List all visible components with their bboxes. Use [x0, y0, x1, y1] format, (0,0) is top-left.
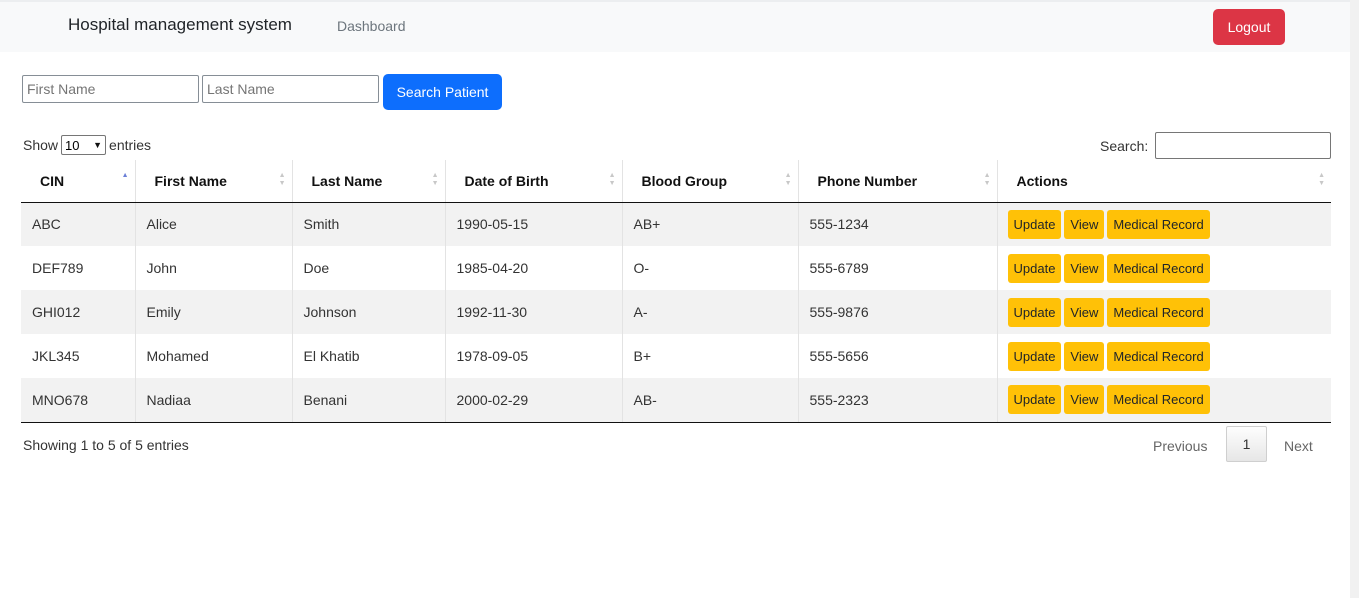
view-button[interactable]: View — [1064, 341, 1105, 371]
cell-date-of-birth: 1992-11-30 — [444, 290, 622, 334]
pagination-next[interactable]: Next — [1284, 438, 1313, 454]
table-row: GHI012 Emily Johnson 1992-11-30 A- 555-9… — [21, 290, 1331, 334]
cell-cin: ABC — [21, 202, 135, 246]
medical-record-button[interactable]: Medical Record — [1107, 341, 1210, 371]
column-header-cin[interactable]: CIN ▲▼ — [21, 160, 135, 203]
column-header-date-of-birth[interactable]: Date of Birth ▲ ▼ — [444, 160, 622, 203]
first-name-input[interactable] — [22, 75, 199, 103]
cell-last-name: Johnson — [291, 290, 445, 334]
column-header-blood-group[interactable]: Blood Group ▲ ▼ — [621, 160, 798, 203]
cell-last-name: Smith — [291, 202, 445, 246]
update-button[interactable]: Update — [1007, 385, 1062, 415]
view-button[interactable]: View — [1064, 253, 1105, 283]
medical-record-button[interactable]: Medical Record — [1107, 209, 1210, 239]
cell-first-name: Mohamed — [134, 334, 292, 378]
medical-record-button[interactable]: Medical Record — [1107, 385, 1210, 415]
view-button[interactable]: View — [1064, 209, 1105, 239]
update-button[interactable]: Update — [1007, 209, 1062, 239]
cell-cin: DEF789 — [21, 246, 135, 290]
cell-phone-number: 555-2323 — [797, 378, 997, 423]
update-button[interactable]: Update — [1007, 297, 1062, 327]
table-info: Showing 1 to 5 of 5 entries — [23, 437, 189, 453]
column-header-label: Date of Birth — [464, 172, 549, 189]
sort-arrows-icon: ▲▼ — [121, 172, 129, 179]
table-row: DEF789 John Doe 1985-04-20 O- 555-6789 U… — [21, 246, 1331, 290]
cell-blood-group: B+ — [621, 334, 798, 378]
column-header-phone-number[interactable]: Phone Number ▲ ▼ — [797, 160, 997, 203]
cell-date-of-birth: 1990-05-15 — [444, 202, 622, 246]
table-search-input[interactable] — [1155, 132, 1331, 159]
table-row: MNO678 Nadiaa Benani 2000-02-29 AB- 555-… — [21, 378, 1331, 423]
sort-arrows-icon: ▲▼ — [983, 172, 991, 187]
page-length-control: Show 10 ▼ entries — [23, 135, 151, 155]
cell-cin: GHI012 — [21, 290, 135, 334]
cell-date-of-birth: 1978-09-05 — [444, 334, 622, 378]
medical-record-button[interactable]: Medical Record — [1107, 253, 1210, 283]
last-name-input[interactable] — [202, 75, 379, 103]
cell-last-name: Doe — [291, 246, 445, 290]
cell-phone-number: 555-1234 — [797, 202, 997, 246]
cell-phone-number: 555-9876 — [797, 290, 997, 334]
cell-date-of-birth: 1985-04-20 — [444, 246, 622, 290]
page-length-select[interactable]: 10 ▼ — [61, 135, 107, 155]
cell-first-name: John — [134, 246, 292, 290]
table-row: ABC Alice Smith 1990-05-15 AB+ 555-1234 … — [21, 202, 1331, 246]
cell-blood-group: A- — [621, 290, 798, 334]
cell-first-name: Nadiaa — [134, 378, 292, 423]
chevron-down-icon: ▼ — [93, 140, 103, 150]
cell-actions: Update View Medical Record — [996, 378, 1331, 423]
cell-date-of-birth: 2000-02-29 — [444, 378, 622, 423]
column-header-label: CIN — [40, 172, 65, 189]
view-button[interactable]: View — [1064, 297, 1105, 327]
pagination-page-1[interactable]: 1 — [1226, 426, 1267, 462]
medical-record-button[interactable]: Medical Record — [1107, 297, 1210, 327]
column-header-first-name[interactable]: First Name ▲ ▼ — [134, 160, 292, 203]
cell-blood-group: AB+ — [621, 202, 798, 246]
cell-actions: Update View Medical Record — [996, 202, 1331, 246]
table-header-row: CIN ▲▼ First Name ▲▼ Last Name ▲▼ Date o… — [21, 160, 1331, 203]
patients-table: CIN ▲▼ First Name ▲▼ Last Name ▲▼ Date o… — [21, 160, 1331, 423]
update-button[interactable]: Update — [1007, 341, 1062, 371]
sort-arrows-icon: ▲▼ — [1318, 172, 1325, 187]
table-row: JKL345 Mohamed El Khatib 1978-09-05 B+ 5… — [21, 334, 1331, 378]
search-patient-button[interactable]: Search Patient — [383, 74, 502, 110]
column-header-label: First Name — [154, 172, 227, 189]
column-header-label: Last Name — [311, 172, 383, 189]
cell-last-name: El Khatib — [291, 334, 445, 378]
nav-link-dashboard[interactable]: Dashboard — [337, 18, 406, 34]
cell-blood-group: O- — [621, 246, 798, 290]
table-search-label: Search: — [1100, 138, 1149, 154]
cell-actions: Update View Medical Record — [996, 334, 1331, 378]
cell-blood-group: AB- — [621, 378, 798, 423]
logout-button[interactable]: Logout — [1213, 9, 1285, 45]
cell-cin: MNO678 — [21, 378, 135, 423]
sort-arrows-icon: ▲▼ — [608, 172, 616, 187]
page-scrollbar[interactable] — [1350, 0, 1359, 598]
update-button[interactable]: Update — [1007, 253, 1062, 283]
cell-cin: JKL345 — [21, 334, 135, 378]
view-button[interactable]: View — [1064, 385, 1105, 415]
cell-actions: Update View Medical Record — [996, 246, 1331, 290]
entries-label: entries — [109, 137, 152, 153]
sort-arrows-icon: ▲▼ — [278, 172, 286, 187]
cell-first-name: Emily — [134, 290, 292, 334]
show-label: Show — [23, 137, 59, 153]
cell-first-name: Alice — [134, 202, 292, 246]
cell-phone-number: 555-6789 — [797, 246, 997, 290]
cell-last-name: Benani — [291, 378, 445, 423]
sort-arrows-icon: ▲▼ — [784, 172, 792, 187]
column-header-last-name[interactable]: Last Name ▲ ▼ — [291, 160, 445, 203]
sort-arrows-icon: ▲▼ — [431, 172, 439, 187]
cell-actions: Update View Medical Record — [996, 290, 1331, 334]
column-header-label: Blood Group — [641, 172, 728, 189]
page-length-value: 10 — [65, 137, 80, 153]
column-header-label: Phone Number — [817, 172, 918, 189]
navbar: Hospital management system Dashboard Log… — [0, 0, 1350, 52]
cell-phone-number: 555-5656 — [797, 334, 997, 378]
column-header-actions[interactable]: Actions ▲ ▼ — [996, 160, 1331, 203]
pagination-previous[interactable]: Previous — [1153, 438, 1207, 454]
navbar-brand[interactable]: Hospital management system — [68, 15, 292, 35]
column-header-label: Actions — [1016, 172, 1068, 189]
